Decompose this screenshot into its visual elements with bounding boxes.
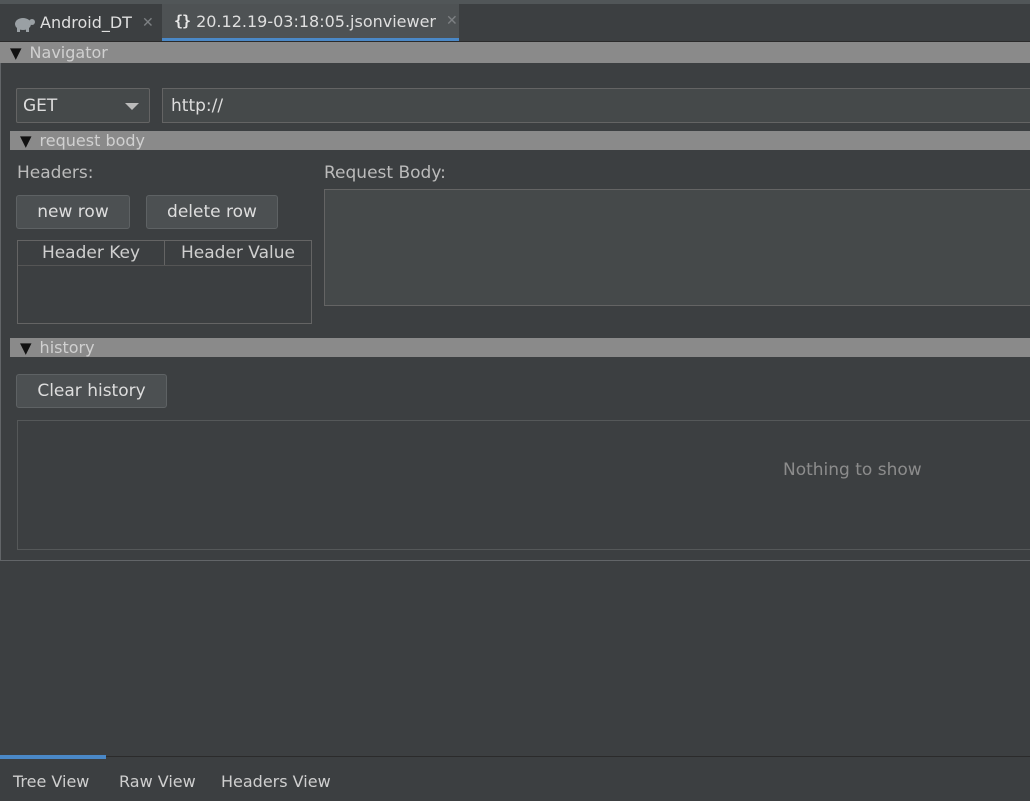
http-method-select[interactable]: GET	[16, 88, 150, 123]
headers-label: Headers:	[17, 163, 94, 183]
tab-tree-view[interactable]: Tree View	[13, 772, 89, 791]
url-value: http://	[171, 95, 224, 116]
bottom-tab-separator	[0, 756, 1030, 757]
dropdown-arrow-icon	[125, 103, 139, 110]
navigator-section-header[interactable]: ▼ Navigator	[0, 42, 1030, 63]
request-body-title: request body	[39, 131, 146, 150]
history-section-header[interactable]: ▼ history	[10, 338, 1030, 357]
collapse-triangle-icon[interactable]: ▼	[10, 44, 22, 62]
tab-android-dt[interactable]: Android_DT ✕	[0, 4, 160, 41]
new-row-button[interactable]: new row	[16, 195, 130, 229]
android-turtle-icon	[12, 13, 36, 33]
column-header-value[interactable]: Header Value	[165, 241, 311, 265]
tab-jsonviewer[interactable]: {} 20.12.19-03:18:05.jsonviewer ✕	[162, 4, 459, 41]
collapse-triangle-icon[interactable]: ▼	[20, 132, 32, 150]
close-icon[interactable]: ✕	[446, 13, 458, 29]
history-title: history	[39, 338, 95, 357]
http-method-value: GET	[23, 95, 58, 116]
tab-raw-view[interactable]: Raw View	[119, 772, 196, 791]
clear-history-button[interactable]: Clear history	[16, 374, 167, 408]
active-tab-indicator	[0, 755, 106, 759]
empty-state-text: Nothing to show	[783, 460, 922, 480]
tab-headers-view[interactable]: Headers View	[221, 772, 331, 791]
request-body-textarea[interactable]	[324, 189, 1030, 306]
delete-row-button[interactable]: delete row	[146, 195, 278, 229]
tab-label: Android_DT	[40, 13, 132, 32]
request-body-label: Request Body:	[324, 163, 446, 183]
url-input[interactable]: http://	[162, 88, 1030, 123]
tab-label: 20.12.19-03:18:05.jsonviewer	[196, 11, 437, 31]
navigator-title: Navigator	[29, 43, 108, 62]
json-braces-icon: {}	[174, 12, 191, 30]
column-header-key[interactable]: Header Key	[18, 241, 165, 265]
request-body-section-header[interactable]: ▼ request body	[10, 131, 1030, 150]
collapse-triangle-icon[interactable]: ▼	[20, 339, 32, 357]
editor-tab-bar: Android_DT ✕ {} 20.12.19-03:18:05.jsonvi…	[0, 4, 1030, 42]
headers-table-header: Header Key Header Value	[18, 241, 311, 266]
headers-table[interactable]: Header Key Header Value	[17, 240, 312, 324]
close-icon[interactable]: ✕	[142, 15, 154, 31]
history-list[interactable]	[17, 420, 1030, 550]
